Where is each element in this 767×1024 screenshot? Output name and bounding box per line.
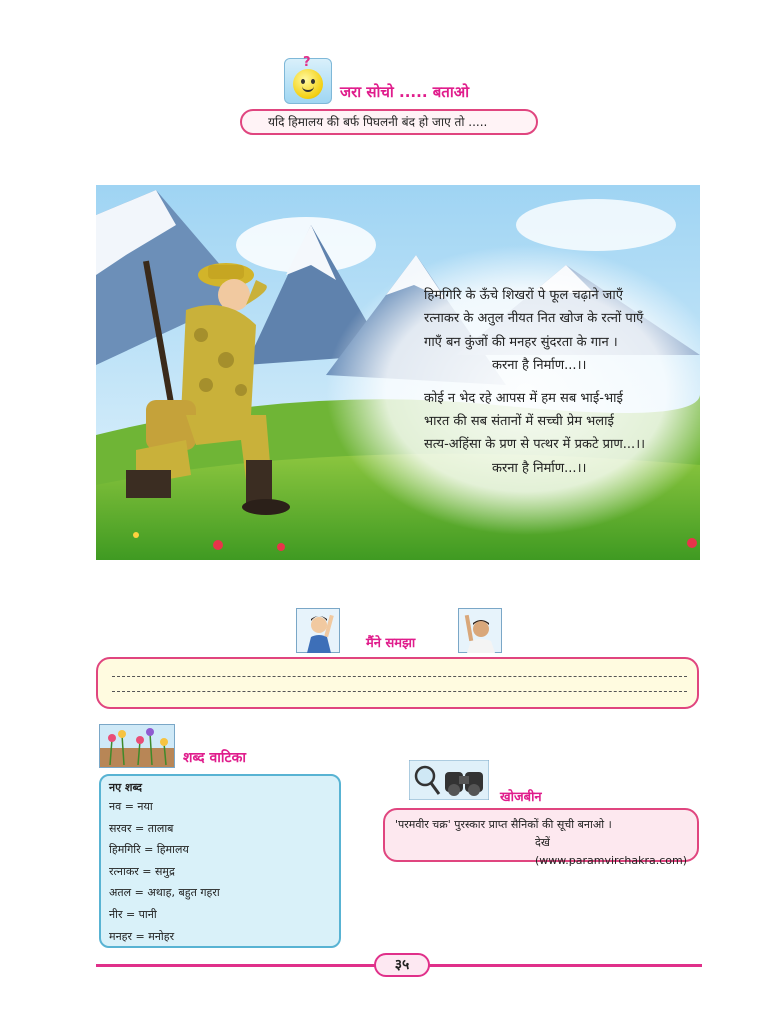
poem-refrain: करना है निर्माण...।। bbox=[492, 460, 587, 476]
poem-text: हिमगिरि के ऊँचे शिखरों पे फूल चढ़ाने जाए… bbox=[424, 284, 645, 480]
think-title: जरा सोचो ..... बताओ bbox=[340, 83, 470, 101]
explore-website-link[interactable]: देखें (www.paramvirchakra.com) bbox=[395, 834, 697, 870]
word-item: नीर = पानी bbox=[109, 907, 157, 921]
poem-line: कोई न भेद रहे आपस में हम सब भाई-भाई bbox=[424, 390, 623, 406]
explore-title: खोजबीन bbox=[500, 790, 542, 805]
magnifier-binoculars-icon bbox=[408, 759, 490, 801]
poem-line: सत्य-अहिंसा के प्रण से पत्थर में प्रकटे … bbox=[424, 437, 646, 453]
word-item: रत्नाकर = समुद्र bbox=[109, 864, 175, 878]
answer-lines-box[interactable] bbox=[96, 657, 699, 709]
new-words-box: नए शब्द नव = नया सरवर = तालाब हिमगिरि = … bbox=[99, 774, 341, 948]
page-number: ३५ bbox=[374, 953, 430, 977]
explore-task-box: 'परमवीर चक्र' पुरस्कार प्राप्त सैनिकों क… bbox=[383, 808, 699, 867]
smiley-icon: ? bbox=[284, 55, 332, 104]
word-item: सरवर = तालाब bbox=[109, 821, 174, 835]
word-item: हिमगिरि = हिमालय bbox=[109, 843, 189, 857]
poem-line: भारत की सब संतानों में सच्ची प्रेम भलाई bbox=[424, 414, 614, 430]
think-question: यदि हिमालय की बर्फ पिघलनी बंद हो जाए तो … bbox=[240, 109, 538, 135]
poem-line: गाएँ बन कुंजों की मनहर सुंदरता के गान । bbox=[424, 334, 618, 350]
poem-line: रत्नाकर के अतुल नीयत नित खोज के रत्नों प… bbox=[424, 311, 644, 327]
answer-line bbox=[112, 676, 687, 677]
word-item: मनहर = मनोहर bbox=[109, 929, 175, 943]
flower-garden-icon bbox=[99, 724, 175, 768]
poem-refrain: करना है निर्माण...।। bbox=[492, 358, 587, 374]
explore-task-text: 'परमवीर चक्र' पुरस्कार प्राप्त सैनिकों क… bbox=[395, 818, 612, 831]
new-words-heading: नए शब्द bbox=[109, 781, 143, 794]
word-item: नव = नया bbox=[109, 800, 153, 813]
learned-title: मैंने समझा bbox=[366, 636, 416, 651]
question-mark-icon: ? bbox=[303, 55, 311, 70]
boy-raising-hand-icon bbox=[458, 608, 502, 653]
girl-raising-hand-icon bbox=[296, 608, 340, 653]
poem-line: हिमगिरि के ऊँचे शिखरों पे फूल चढ़ाने जाए… bbox=[424, 288, 623, 303]
answer-line bbox=[112, 691, 687, 692]
word-garden-title: शब्द वाटिका bbox=[183, 750, 246, 766]
word-item: अतल = अथाह, बहुत गहरा bbox=[109, 886, 220, 900]
